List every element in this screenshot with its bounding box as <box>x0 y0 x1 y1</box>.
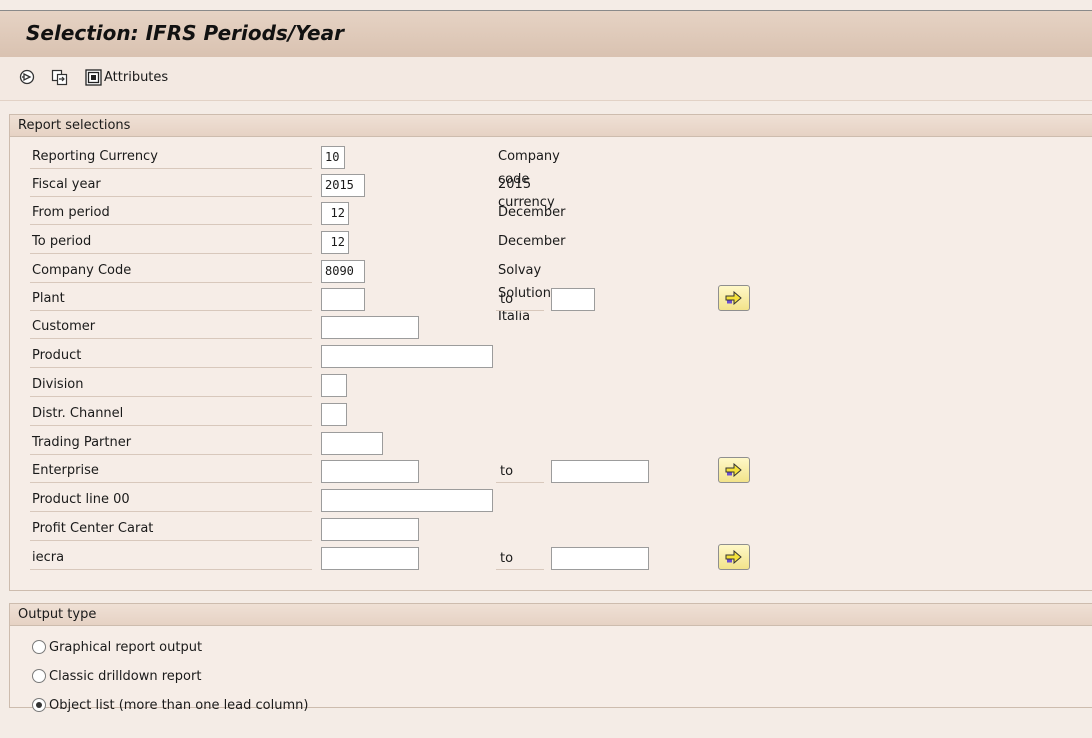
product-input[interactable] <box>321 345 493 368</box>
report-selections-group: Report selections Reporting Currency 10 … <box>9 114 1092 591</box>
page-title: Selection: IFRS Periods/Year <box>26 21 344 45</box>
trading-partner-input[interactable] <box>321 432 383 455</box>
multiple-selection-arrow-icon <box>725 291 742 305</box>
from-period-input[interactable]: 12 <box>321 202 349 225</box>
title-bar: Selection: IFRS Periods/Year <box>0 10 1092 57</box>
plant-multiple-selection-button[interactable] <box>718 285 750 311</box>
profit-center-input[interactable] <box>321 518 419 541</box>
to-period-desc: December <box>498 234 566 249</box>
field-label: Fiscal year <box>30 173 312 197</box>
enterprise-from-input[interactable] <box>321 460 419 483</box>
to-label: to <box>496 459 544 483</box>
radio-button[interactable] <box>32 640 46 654</box>
graphical-report-option[interactable]: Graphical report output <box>32 637 202 657</box>
option-label: Classic drilldown report <box>49 668 202 684</box>
option-label: Object list (more than one lead column) <box>49 697 309 713</box>
plant-to-input[interactable] <box>551 288 595 311</box>
product-line-input[interactable] <box>321 489 493 512</box>
attributes-icon[interactable] <box>84 68 102 86</box>
to-period-input[interactable]: 12 <box>321 231 349 254</box>
field-label: Distr. Channel <box>30 402 312 426</box>
radio-button-selected[interactable] <box>32 698 46 712</box>
field-label: Enterprise <box>30 459 312 483</box>
field-label: Division <box>30 373 312 397</box>
customer-input[interactable] <box>321 316 419 339</box>
report-selections-header: Report selections <box>10 115 1092 137</box>
iecra-multiple-selection-button[interactable] <box>718 544 750 570</box>
multiple-selection-arrow-icon <box>725 463 742 477</box>
field-label: Product <box>30 344 312 368</box>
application-toolbar: Attributes <box>0 57 1092 101</box>
from-period-desc: December <box>498 205 566 220</box>
to-label: to <box>496 287 544 311</box>
classic-drilldown-option[interactable]: Classic drilldown report <box>32 666 201 686</box>
plant-from-input[interactable] <box>321 288 365 311</box>
distr-channel-input[interactable] <box>321 403 347 426</box>
field-label: Reporting Currency <box>30 145 312 169</box>
iecra-to-input[interactable] <box>551 547 649 570</box>
field-label: Plant <box>30 287 312 311</box>
multiple-selection-arrow-icon <box>725 550 742 564</box>
to-label: to <box>496 546 544 570</box>
field-label: Product line 00 <box>30 488 312 512</box>
field-label: iecra <box>30 546 312 570</box>
fiscal-year-desc: 2015 <box>498 177 532 192</box>
field-label: Customer <box>30 315 312 339</box>
enterprise-multiple-selection-button[interactable] <box>718 457 750 483</box>
field-label: Company Code <box>30 259 312 283</box>
fiscal-year-input[interactable]: 2015 <box>321 174 365 197</box>
field-label: To period <box>30 230 312 254</box>
output-type-header: Output type <box>10 604 1092 626</box>
attributes-button[interactable]: Attributes <box>104 70 168 85</box>
field-label: Trading Partner <box>30 431 312 455</box>
option-label: Graphical report output <box>49 639 203 655</box>
output-type-group: Output type Graphical report output Clas… <box>9 603 1092 713</box>
division-input[interactable] <box>321 374 347 397</box>
iecra-from-input[interactable] <box>321 547 419 570</box>
execute-icon[interactable] <box>18 68 36 86</box>
get-variant-icon[interactable] <box>50 68 68 86</box>
enterprise-to-input[interactable] <box>551 460 649 483</box>
company-code-input[interactable]: 8090 <box>321 260 365 283</box>
field-label: From period <box>30 201 312 225</box>
radio-button[interactable] <box>32 669 46 683</box>
object-list-option[interactable]: Object list (more than one lead column) <box>32 695 308 715</box>
reporting-currency-input[interactable]: 10 <box>321 146 345 169</box>
field-label: Profit Center Carat <box>30 517 312 541</box>
